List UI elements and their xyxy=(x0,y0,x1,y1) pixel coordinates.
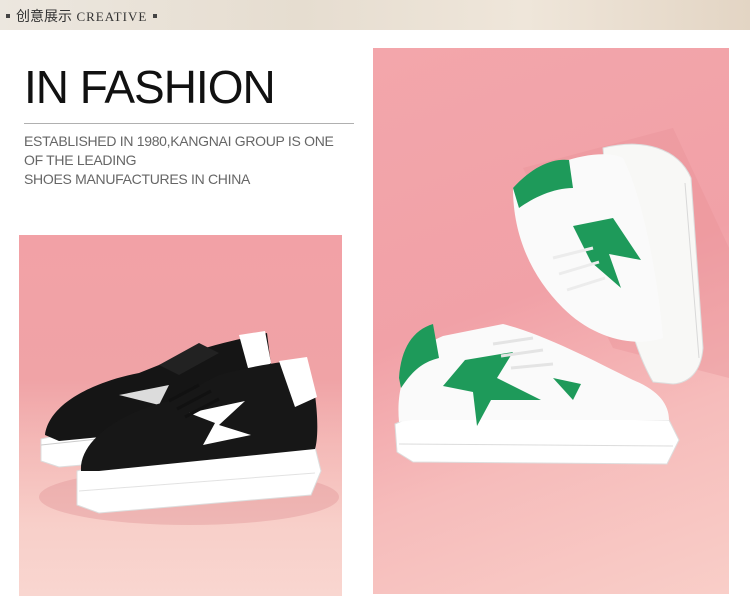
tagline-line-1: ESTABLISHED IN 1980,KANGNAI GROUP IS ONE xyxy=(24,133,334,149)
tagline-line-2: OF THE LEADING xyxy=(24,152,137,168)
header-title-cn: 创意展示 xyxy=(16,9,72,25)
section-header-title: 创意展示 CREATIVE xyxy=(3,6,163,26)
product-photo-white-green-sneakers xyxy=(373,48,729,594)
tagline: ESTABLISHED IN 1980,KANGNAI GROUP IS ONE… xyxy=(24,132,334,189)
tagline-line-3: SHOES MANUFACTURES IN CHINA xyxy=(24,171,251,187)
bullet-icon xyxy=(6,13,10,18)
headline: IN FASHION xyxy=(24,61,276,113)
bullet-icon xyxy=(153,13,158,18)
header-title-en: CREATIVE xyxy=(76,9,148,24)
section-header-bar: 创意展示 CREATIVE xyxy=(0,0,750,30)
product-photo-black-sneakers xyxy=(19,235,342,596)
white-green-sneakers-illustration xyxy=(394,128,729,465)
black-sneakers-illustration xyxy=(39,331,339,525)
divider xyxy=(24,123,354,124)
